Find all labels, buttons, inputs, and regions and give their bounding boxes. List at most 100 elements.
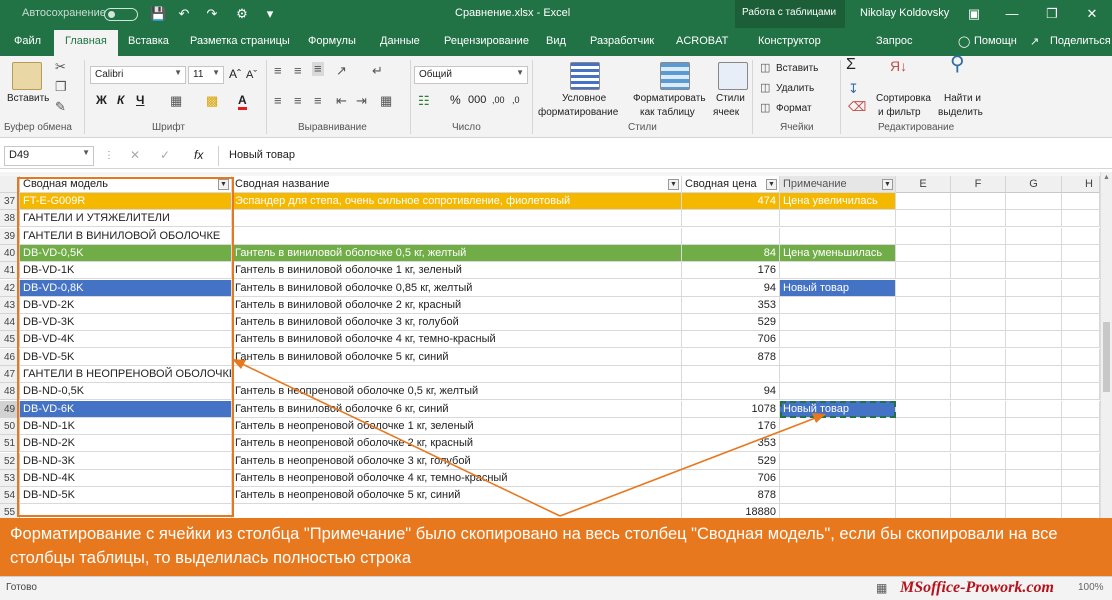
- table-cell-c[interactable]: 878: [682, 348, 780, 366]
- table-cell-a[interactable]: DB-ND-2K: [20, 435, 232, 453]
- empty-cell[interactable]: [1062, 487, 1100, 505]
- empty-cell[interactable]: [896, 314, 951, 332]
- tab-home[interactable]: Главная: [54, 30, 118, 56]
- empty-cell[interactable]: [951, 504, 1006, 518]
- conditional-format-icon[interactable]: [570, 62, 600, 90]
- table-cell-a[interactable]: DB-ND-1K: [20, 417, 232, 435]
- empty-cell[interactable]: [896, 504, 951, 518]
- empty-cell[interactable]: [1006, 331, 1062, 349]
- empty-cell[interactable]: [1006, 452, 1062, 470]
- empty-cell[interactable]: [1006, 348, 1062, 366]
- align-right-icon[interactable]: ≡: [314, 94, 322, 108]
- bold-button[interactable]: Ж: [96, 94, 107, 107]
- empty-cell[interactable]: [1006, 383, 1062, 401]
- tab-formulas[interactable]: Формулы: [308, 35, 356, 47]
- table-cell-a[interactable]: DB-VD-1K: [20, 262, 232, 280]
- table-cell-a[interactable]: [20, 504, 232, 518]
- decrease-decimal-icon[interactable]: ,0: [512, 94, 520, 107]
- tab-data[interactable]: Данные: [380, 35, 420, 47]
- row-header[interactable]: 48: [0, 383, 20, 401]
- empty-cell[interactable]: [896, 452, 951, 470]
- redo-icon[interactable]: ↷: [204, 6, 220, 22]
- delete-cells-icon[interactable]: ◫: [760, 81, 770, 95]
- row-header[interactable]: 55: [0, 504, 20, 518]
- autosave-toggle[interactable]: [104, 8, 138, 21]
- table-cell-b[interactable]: Гантель в виниловой оболочке 6 кг, синий: [232, 400, 682, 418]
- insert-cells-icon[interactable]: ◫: [760, 61, 770, 75]
- empty-cell[interactable]: [1062, 279, 1100, 297]
- empty-cell[interactable]: [951, 469, 1006, 487]
- row-header[interactable]: 44: [0, 314, 20, 332]
- table-cell-a[interactable]: ГАНТЕЛИ И УТЯЖЕЛИТЕЛИ: [20, 210, 232, 228]
- table-cell-a[interactable]: DB-VD-0,8K: [20, 279, 232, 297]
- empty-cell[interactable]: [1062, 262, 1100, 280]
- table-cell-c[interactable]: 94: [682, 383, 780, 401]
- table-cell-d[interactable]: Цена уменьшилась: [780, 244, 896, 262]
- tab-file[interactable]: Файл: [14, 35, 41, 47]
- empty-cell[interactable]: [1006, 504, 1062, 518]
- row-header[interactable]: 42: [0, 279, 20, 297]
- empty-cell[interactable]: [896, 348, 951, 366]
- row-header[interactable]: 52: [0, 452, 20, 470]
- tab-review[interactable]: Рецензирование: [444, 35, 529, 47]
- find-select-label-1[interactable]: Найти и: [944, 92, 981, 105]
- empty-cell[interactable]: [1062, 244, 1100, 262]
- empty-cell[interactable]: [896, 279, 951, 297]
- scroll-thumb[interactable]: [1103, 322, 1110, 392]
- table-cell-d[interactable]: [780, 452, 896, 470]
- empty-cell[interactable]: [896, 383, 951, 401]
- restore-icon[interactable]: ❐: [1044, 6, 1060, 22]
- empty-cell[interactable]: [1062, 417, 1100, 435]
- table-cell-c[interactable]: 706: [682, 469, 780, 487]
- row-header[interactable]: 54: [0, 487, 20, 505]
- table-cell-b[interactable]: Гантель в неопреновой оболочке 0,5 кг, ж…: [232, 383, 682, 401]
- empty-cell[interactable]: [1062, 227, 1100, 245]
- tab-query[interactable]: Запрос: [876, 35, 912, 47]
- empty-cell[interactable]: [1006, 244, 1062, 262]
- row-header[interactable]: 47: [0, 366, 20, 383]
- table-cell-d[interactable]: [780, 469, 896, 487]
- cell-styles-label-1[interactable]: Стили: [716, 92, 745, 105]
- empty-cell[interactable]: [896, 435, 951, 453]
- table-cell-b[interactable]: Гантель в виниловой оболочке 5 кг, синий: [232, 348, 682, 366]
- table-cell-b[interactable]: Гантель в неопреновой оболочке 1 кг, зел…: [232, 417, 682, 435]
- empty-cell[interactable]: [896, 366, 951, 383]
- table-cell-d[interactable]: [780, 331, 896, 349]
- table-cell-a[interactable]: ГАНТЕЛИ В НЕОПРЕНОВОЙ ОБОЛОЧКЕ: [20, 366, 232, 383]
- normal-view-icon[interactable]: ▦: [876, 581, 887, 595]
- table-cell-b[interactable]: [232, 210, 682, 228]
- clear-icon[interactable]: ⌫: [848, 100, 866, 114]
- empty-cell[interactable]: [951, 348, 1006, 366]
- empty-cell[interactable]: [951, 331, 1006, 349]
- conditional-format-label-2[interactable]: форматирование: [538, 106, 618, 119]
- table-cell-c[interactable]: 176: [682, 262, 780, 280]
- close-icon[interactable]: ✕: [1084, 6, 1100, 22]
- align-center-icon[interactable]: ≡: [294, 94, 302, 108]
- table-cell-b[interactable]: [232, 366, 682, 383]
- table-cell-b[interactable]: Гантель в виниловой оболочке 2 кг, красн…: [232, 296, 682, 314]
- empty-cell[interactable]: [951, 435, 1006, 453]
- paste-icon[interactable]: [12, 62, 42, 90]
- table-cell-c[interactable]: 18880: [682, 504, 780, 518]
- table-cell-a[interactable]: DB-VD-5K: [20, 348, 232, 366]
- empty-cell[interactable]: [951, 279, 1006, 297]
- empty-cell[interactable]: [896, 262, 951, 280]
- cut-icon[interactable]: ✂: [55, 60, 66, 74]
- empty-cell[interactable]: [1062, 193, 1100, 210]
- table-cell-a[interactable]: DB-ND-0,5K: [20, 383, 232, 401]
- confirm-icon[interactable]: ✓: [160, 149, 170, 162]
- row-header[interactable]: 39: [0, 227, 20, 245]
- row-header[interactable]: 37: [0, 193, 20, 210]
- empty-cell[interactable]: [951, 400, 1006, 418]
- empty-cell[interactable]: [1062, 314, 1100, 332]
- table-cell-d[interactable]: [780, 348, 896, 366]
- table-cell-d[interactable]: [780, 296, 896, 314]
- cancel-icon[interactable]: ✕: [130, 149, 140, 162]
- format-cells-button[interactable]: Формат: [776, 102, 812, 115]
- paste-button[interactable]: Вставить: [7, 92, 49, 105]
- row-header[interactable]: 49: [0, 400, 20, 418]
- column-header-g[interactable]: G: [1006, 176, 1062, 193]
- font-name-select[interactable]: Calibri ▼: [90, 66, 186, 84]
- row-header[interactable]: 51: [0, 435, 20, 453]
- empty-cell[interactable]: [896, 331, 951, 349]
